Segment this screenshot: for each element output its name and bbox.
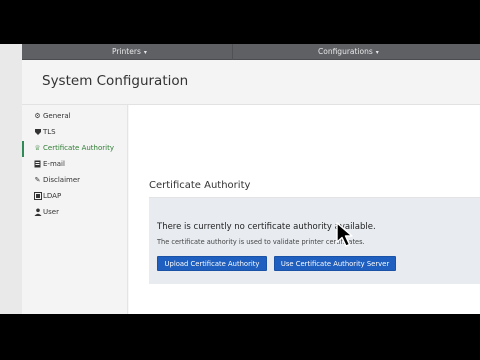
sidebar-item-user[interactable]: User — [22, 205, 128, 221]
sidebar-item-label: LDAP — [43, 192, 62, 200]
sidebar-item-ldap[interactable]: LDAP — [22, 189, 128, 205]
sidebar-item-general[interactable]: ⚙ General — [22, 109, 128, 125]
user-icon — [33, 208, 42, 217]
sidebar-item-email[interactable]: E-mail — [22, 157, 128, 173]
main-content: Certificate Authority There is currently… — [129, 105, 480, 314]
page-header: System Configuration — [22, 60, 480, 105]
sidebar-item-disclaimer[interactable]: ✎ Disclaimer — [22, 173, 128, 189]
certificate-icon: ♕ — [34, 144, 41, 152]
disclaimer-icon: ✎ — [34, 176, 41, 184]
certificate-help-text: The certificate authority is used to val… — [157, 238, 365, 246]
chevron-down-icon: ▾ — [143, 49, 147, 56]
left-gutter — [0, 44, 22, 314]
nav-printers-menu[interactable]: Printers ▾ — [112, 45, 147, 59]
ldap-icon — [33, 192, 42, 201]
sidebar: ⚙ General TLS ♕ Certificate Authority E-… — [22, 105, 128, 314]
app-window: Printers ▾ Configurations ▾ System Configu… — [22, 44, 480, 314]
sidebar-item-tls[interactable]: TLS — [22, 125, 128, 141]
sidebar-item-label: Disclaimer — [43, 176, 81, 184]
nav-divider — [232, 44, 233, 60]
nav-configurations-label: Configurations — [318, 47, 373, 56]
nav-printers-label: Printers — [112, 47, 141, 56]
sidebar-item-label: E-mail — [43, 160, 65, 168]
mouse-cursor-icon — [336, 222, 353, 247]
email-icon — [33, 160, 42, 169]
sidebar-item-label: Certificate Authority — [43, 144, 114, 152]
sidebar-item-label: User — [43, 208, 59, 216]
page-title: System Configuration — [42, 73, 189, 89]
letterbox-bottom — [0, 314, 480, 360]
section-title: Certificate Authority — [149, 180, 251, 191]
tls-icon — [33, 128, 42, 137]
sidebar-item-label: TLS — [43, 128, 56, 136]
gear-icon: ⚙ — [34, 112, 41, 120]
sidebar-item-certificate-authority[interactable]: ♕ Certificate Authority — [22, 141, 128, 157]
upload-certificate-authority-button[interactable]: Upload Certificate Authority — [157, 256, 267, 271]
letterbox-top — [0, 0, 480, 44]
top-navigation-bar: Printers ▾ Configurations ▾ — [22, 44, 480, 60]
sidebar-item-label: General — [43, 112, 71, 120]
chevron-down-icon: ▾ — [375, 49, 379, 56]
nav-configurations-menu[interactable]: Configurations ▾ — [318, 45, 379, 59]
use-certificate-authority-server-button[interactable]: Use Certificate Authority Server — [274, 256, 396, 271]
certificate-authority-panel: There is currently no certificate author… — [149, 198, 480, 284]
